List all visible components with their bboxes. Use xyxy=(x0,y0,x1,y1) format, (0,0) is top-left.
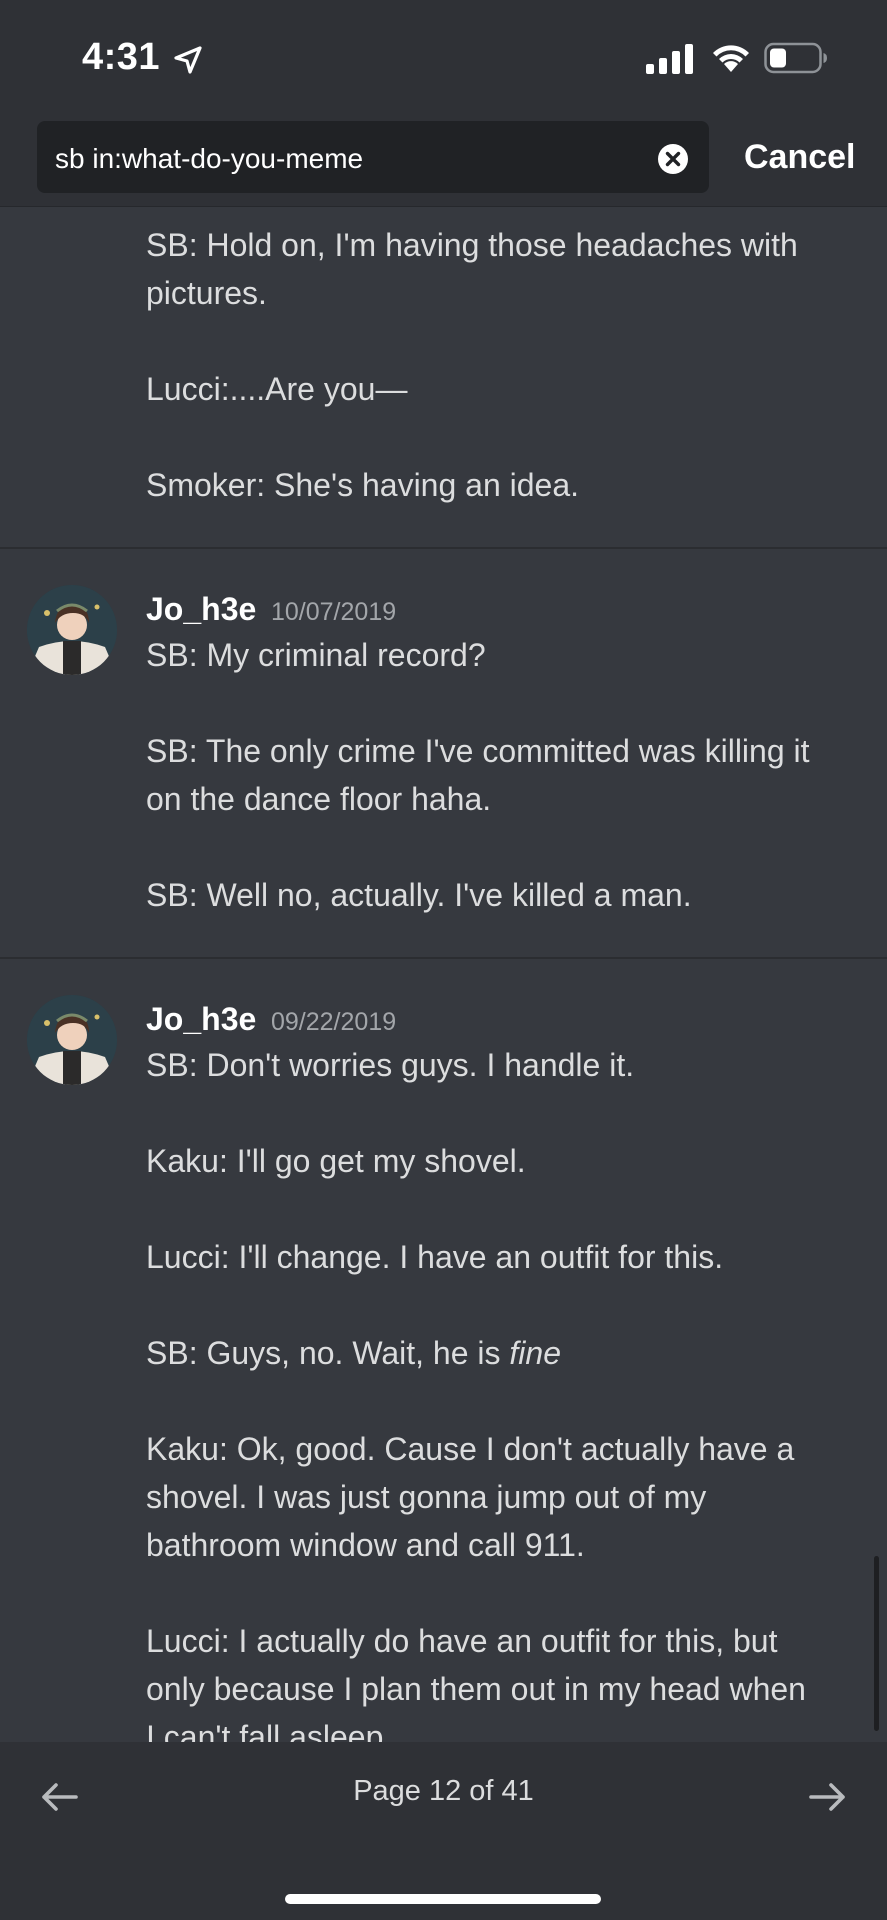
message-line: SB: Hold on, I'm having those headaches … xyxy=(146,227,798,263)
message-text: SB: Guys, no. Wait, he is xyxy=(146,1335,510,1371)
avatar[interactable] xyxy=(27,995,117,1085)
message-line: Kaku: I'll go get my shovel. xyxy=(146,1143,526,1179)
message-line: Lucci:....Are you— xyxy=(146,371,408,407)
message-line: SB: Guys, no. Wait, he is fine xyxy=(146,1335,561,1372)
message-line: Lucci: I actually do have an outfit for … xyxy=(146,1623,778,1659)
avatar-image xyxy=(27,995,117,1085)
message-line: Lucci: I'll change. I have an outfit for… xyxy=(146,1239,724,1275)
avatar-image xyxy=(27,585,117,675)
search-query[interactable]: sb in:what-do-you-meme xyxy=(55,143,363,175)
result-divider xyxy=(0,957,887,959)
battery-icon xyxy=(764,42,827,74)
message-line: Smoker: She's having an idea. xyxy=(146,467,580,503)
message-line: bathroom window and call 911. xyxy=(146,1527,585,1563)
message-line: SB: Don't worries guys. I handle it. xyxy=(146,1047,635,1083)
screen: 4:31 sb in:what-do-you-meme Cancel SB: H… xyxy=(0,0,887,1920)
avatar[interactable] xyxy=(27,585,117,675)
home-indicator[interactable] xyxy=(285,1894,601,1904)
message-line: shovel. I was just gonna jump out of my xyxy=(146,1479,707,1515)
arrow-right-icon[interactable] xyxy=(805,1775,849,1819)
message-line: SB: Well no, actually. I've killed a man… xyxy=(146,877,692,913)
author-name[interactable]: Jo_h3e xyxy=(146,1001,256,1038)
status-bar: 4:31 xyxy=(0,0,887,118)
search-results[interactable]: SB: Hold on, I'm having those headaches … xyxy=(0,207,887,1742)
status-time: 4:31 xyxy=(82,36,161,78)
message-line: SB: My criminal record? xyxy=(146,637,486,673)
scrollbar[interactable] xyxy=(874,1556,879,1731)
search-input[interactable]: sb in:what-do-you-meme xyxy=(37,121,709,193)
clear-search-icon[interactable] xyxy=(657,143,689,175)
location-arrow-icon xyxy=(174,46,202,74)
search-header: sb in:what-do-you-meme Cancel xyxy=(0,118,887,207)
author-name[interactable]: Jo_h3e xyxy=(146,591,256,628)
page-indicator: Page 12 of 41 xyxy=(353,1775,534,1807)
message-timestamp: 09/22/2019 xyxy=(271,1008,397,1036)
cancel-button[interactable]: Cancel xyxy=(744,138,856,177)
message-line: on the dance floor haha. xyxy=(146,781,492,817)
message-timestamp: 10/07/2019 xyxy=(271,598,397,626)
wifi-icon xyxy=(713,45,749,72)
message-line: I can't fall asleep. xyxy=(146,1719,393,1742)
message-line: only because I plan them out in my head … xyxy=(146,1671,806,1707)
result-divider xyxy=(0,547,887,549)
message-line: Kaku: Ok, good. Cause I don't actually h… xyxy=(146,1431,795,1467)
message-line: pictures. xyxy=(146,275,267,311)
italic-text: fine xyxy=(509,1335,561,1371)
message-line: SB: The only crime I've committed was ki… xyxy=(146,733,810,769)
cellular-signal-icon xyxy=(646,44,693,74)
